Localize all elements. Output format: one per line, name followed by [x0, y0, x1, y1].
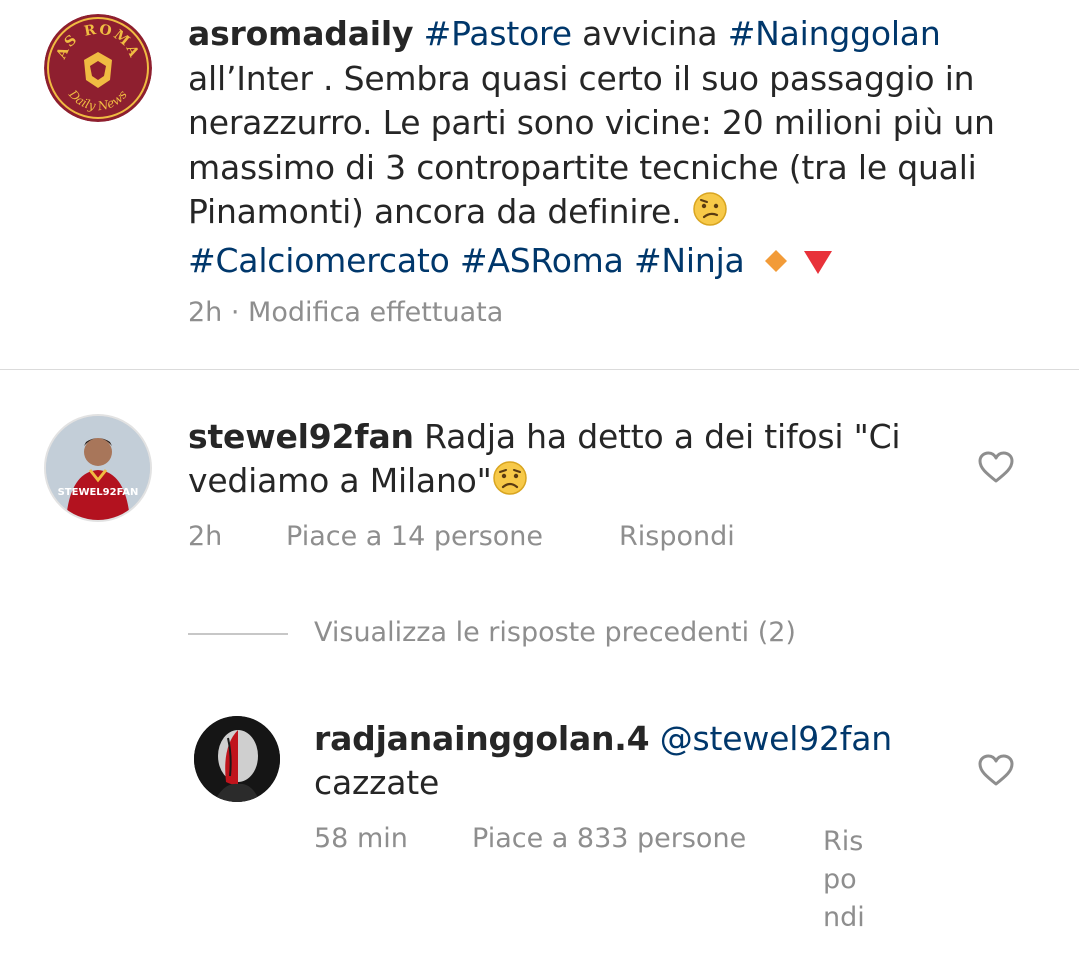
- reply-button-line: Ris: [823, 826, 864, 857]
- reply-reply-button[interactable]: Ris po ndi: [823, 823, 865, 937]
- post-author-avatar[interactable]: AS ROMA Daily News: [44, 14, 152, 122]
- reply-text: cazzate: [314, 763, 440, 802]
- mention-link[interactable]: @stewel92fan: [660, 719, 892, 758]
- comment-username[interactable]: stewel92fan: [188, 417, 414, 456]
- reply-likes[interactable]: Piace a 833 persone: [472, 823, 746, 854]
- heart-outline-icon[interactable]: [977, 753, 1015, 787]
- reply-button[interactable]: Rispondi: [619, 521, 735, 552]
- worried-face-emoji-icon: [492, 460, 528, 507]
- avatar-caption: STEWEL92FAN: [58, 487, 139, 498]
- hashtag-nainggolan[interactable]: #Nainggolan: [728, 14, 941, 53]
- post-meta: 2h · Modifica effettuata: [188, 297, 504, 328]
- post-caption: asromadaily #Pastore avvicina #Nainggola…: [188, 12, 1048, 288]
- reply-username[interactable]: radjanainggolan.4: [314, 719, 650, 758]
- replies-divider-line: [188, 633, 288, 635]
- view-previous-replies[interactable]: Visualizza le risposte precedenti (2): [314, 617, 796, 648]
- heart-outline-icon[interactable]: [977, 450, 1015, 484]
- comment-body: stewel92fan Radja ha detto a dei tifosi …: [188, 415, 948, 507]
- asroma-logo-icon: AS ROMA Daily News: [44, 14, 152, 122]
- orange-diamond-icon: [761, 243, 791, 288]
- comment-avatar[interactable]: STEWEL92FAN: [44, 414, 152, 522]
- red-triangle-icon: [801, 243, 835, 288]
- radja-avatar-icon: [194, 716, 280, 802]
- caption-text: avvicina: [571, 14, 728, 53]
- reply-time: 58 min: [314, 823, 408, 854]
- comment-likes[interactable]: Piace a 14 persone: [286, 521, 543, 552]
- reply-body: radjanainggolan.4 @stewel92fan cazzate: [314, 717, 934, 805]
- hashtag-pastore[interactable]: #Pastore: [424, 14, 572, 53]
- hashtag-calciomercato[interactable]: #Calciomercato: [188, 241, 450, 280]
- player-photo-icon: STEWEL92FAN: [46, 416, 150, 520]
- reply-button-line: ndi: [823, 902, 865, 933]
- post-author-username[interactable]: asromadaily: [188, 14, 414, 53]
- skeptical-face-emoji-icon: [692, 191, 728, 239]
- hashtag-ninja[interactable]: #Ninja: [634, 241, 745, 280]
- divider: [0, 369, 1079, 370]
- hashtag-asroma[interactable]: #ASRoma: [460, 241, 624, 280]
- caption-body: all’Inter . Sembra quasi certo il suo pa…: [188, 58, 995, 232]
- reply-button-line: po: [823, 864, 857, 895]
- comment-time: 2h: [188, 521, 223, 552]
- reply-avatar[interactable]: [194, 716, 280, 802]
